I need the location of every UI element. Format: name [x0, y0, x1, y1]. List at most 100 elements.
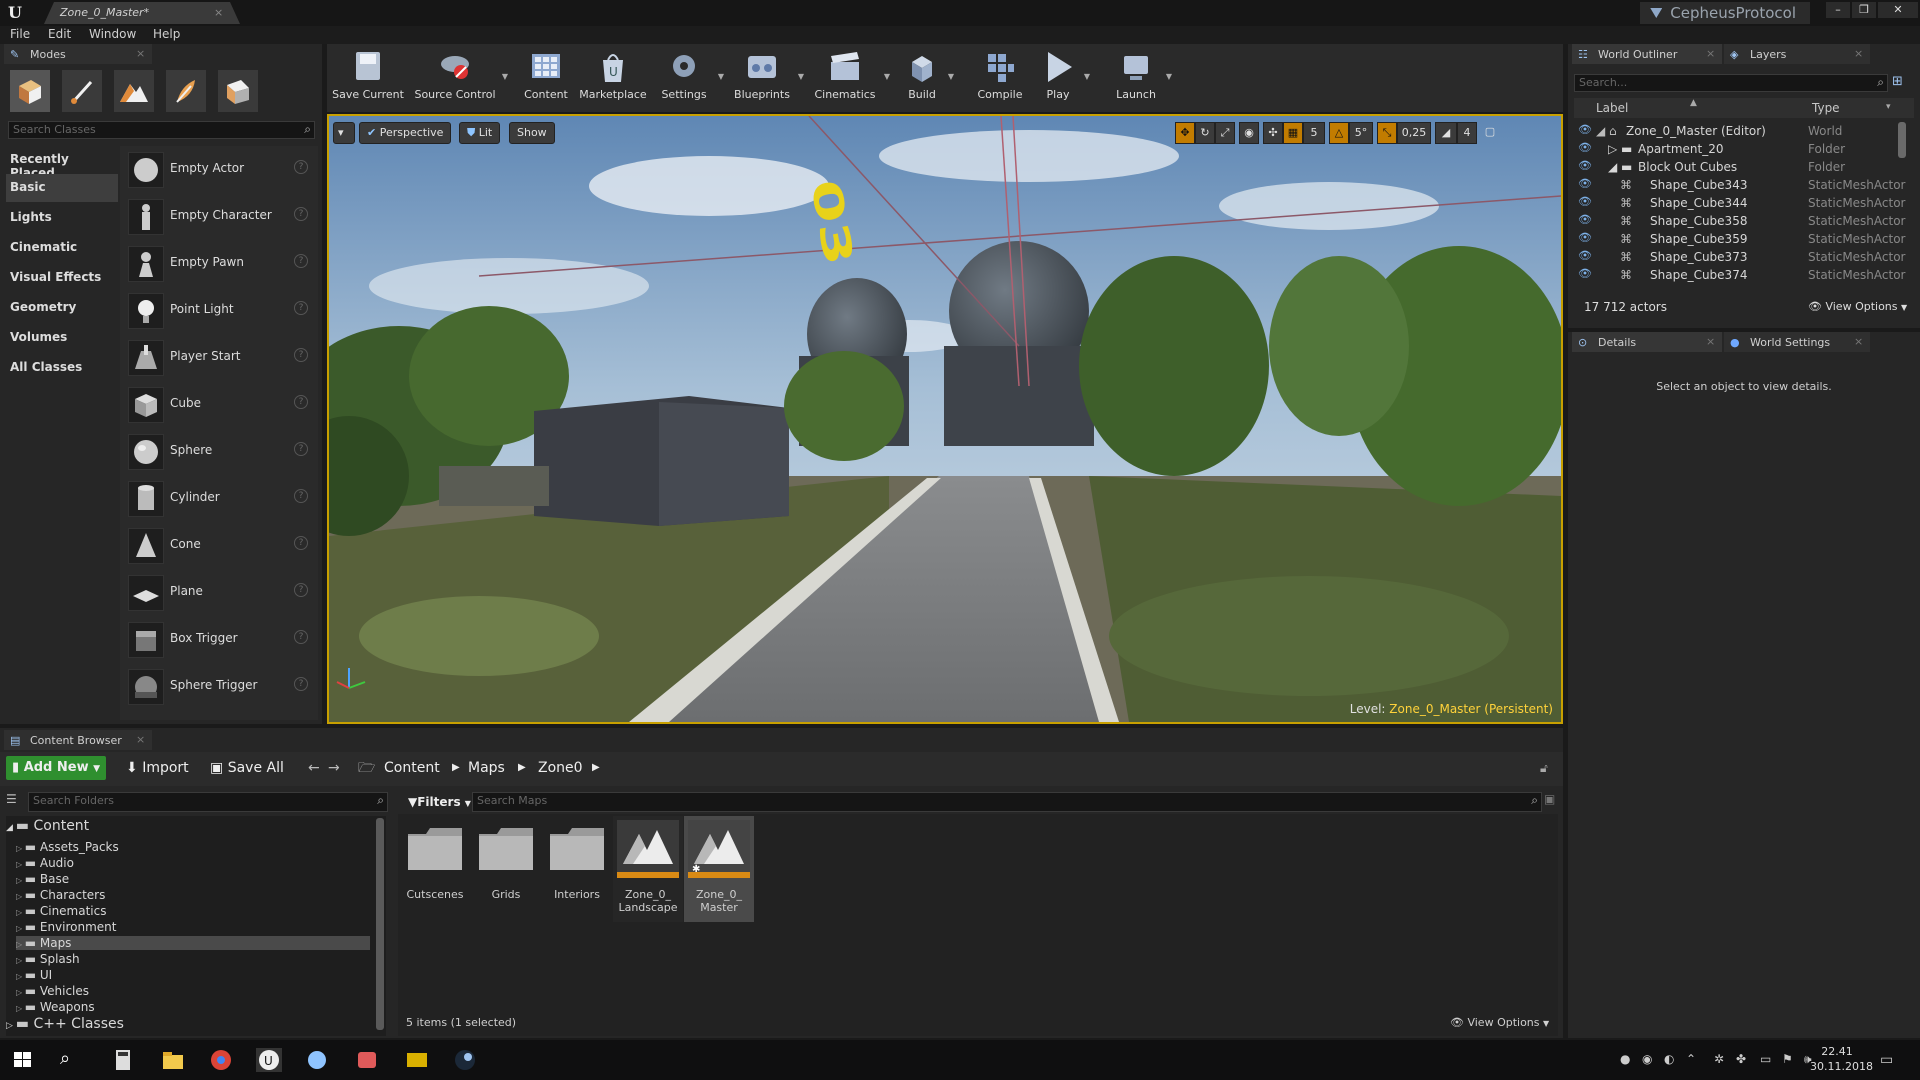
tray-discord-icon[interactable]: ◐	[1664, 1052, 1674, 1066]
place-item-empty-actor[interactable]: Empty Actor ?	[124, 148, 314, 192]
help-icon[interactable]: ?	[294, 207, 308, 221]
tree-folder-maps[interactable]: ▷ ▬ Maps	[16, 936, 370, 950]
close-icon[interactable]: ×	[1854, 47, 1863, 60]
category-all-classes[interactable]: All Classes	[6, 354, 118, 382]
breadcrumb-maps[interactable]: Maps	[462, 756, 511, 780]
outliner-row[interactable]: 👁︎ ⌘ Shape_Cube358 StaticMeshActor	[1574, 212, 1905, 230]
visibility-eye-icon[interactable]: 👁︎	[1578, 267, 1592, 281]
chevron-down-icon[interactable]: ▼	[718, 72, 724, 81]
category-basic[interactable]: Basic	[6, 174, 118, 202]
breadcrumb-separator-icon[interactable]: ▶	[512, 756, 532, 780]
category-cinematic[interactable]: Cinematic	[6, 234, 118, 262]
marketplace-button[interactable]: U Marketplace	[578, 48, 648, 106]
add-filter-icon[interactable]: ⊞	[1892, 74, 1910, 92]
lock-icon[interactable]: 🔓︎	[1534, 756, 1554, 780]
tree-cpp-classes[interactable]: ▷ ▬ C++ Classes	[6, 1016, 124, 1032]
geometry-mode-icon[interactable]	[218, 70, 258, 112]
minimize-icon[interactable]: –	[1826, 2, 1850, 18]
visibility-eye-icon[interactable]: 👁︎	[1578, 123, 1592, 137]
sources-toggle-icon[interactable]: ☰	[6, 792, 22, 810]
category-volumes[interactable]: Volumes	[6, 324, 118, 352]
save-all-button[interactable]: ▣ Save All	[204, 756, 290, 780]
level-viewport[interactable]: 03 ▾ ✔ Perspective ⛊ Lit Show ✥ ↻ ⤢ ◉ ✣ …	[327, 114, 1563, 724]
place-item-box-trigger[interactable]: Box Trigger ?	[124, 618, 314, 662]
content-browser-tab[interactable]: ▤ Content Browser ×	[4, 730, 152, 750]
modes-tab[interactable]: ✎ Modes ×	[4, 44, 152, 64]
help-icon[interactable]: ?	[294, 442, 308, 456]
outliner-row[interactable]: 👁︎ ◢ ▬ Block Out Cubes Folder	[1574, 158, 1904, 176]
visibility-eye-icon[interactable]: 👁︎	[1578, 141, 1592, 155]
tree-folder-cinematics[interactable]: ▷ ▬ Cinematics	[16, 904, 370, 918]
outliner-row[interactable]: 👁︎ ⌘ Shape_Cube359 StaticMeshActor	[1574, 230, 1905, 248]
expand-arrow-icon[interactable]: ▷	[16, 940, 25, 949]
expand-arrow-icon[interactable]: ▷	[16, 908, 25, 917]
grid-snap-value[interactable]: 5	[1303, 122, 1325, 144]
visibility-eye-icon[interactable]: 👁︎	[1578, 213, 1592, 227]
visibility-eye-icon[interactable]: 👁︎	[1578, 231, 1592, 245]
chrome-icon[interactable]	[208, 1048, 234, 1072]
help-icon[interactable]: ?	[294, 348, 308, 362]
filters-button[interactable]: ▼Filters ▼	[402, 790, 477, 814]
close-icon[interactable]: ×	[1854, 335, 1863, 348]
source-control-button[interactable]: Source Control ▼	[412, 48, 508, 106]
asset-folder-interiors[interactable]: Interiors	[542, 816, 612, 922]
asset-map-zone0-landscape[interactable]: Zone_0_ Landscape	[613, 816, 683, 922]
camera-speed-icon[interactable]: ◢	[1435, 122, 1457, 144]
save-current-button[interactable]: Save Current	[332, 48, 404, 106]
place-item-cone[interactable]: Cone ?	[124, 524, 314, 568]
expand-arrow-icon[interactable]: ▷	[16, 924, 25, 933]
launch-button[interactable]: Launch ▼	[1110, 48, 1172, 106]
category-recently-placed[interactable]: Recently Placed	[6, 146, 118, 180]
help-icon[interactable]: ?	[294, 583, 308, 597]
outliner-row[interactable]: 👁︎ ⌘ Shape_Cube373 StaticMeshActor	[1574, 248, 1905, 266]
category-lights[interactable]: Lights	[6, 204, 118, 232]
content-view-options-button[interactable]: 👁︎ View Options ▼	[1450, 1016, 1549, 1029]
add-new-button[interactable]: ▮ Add New ▼	[6, 756, 107, 780]
build-button[interactable]: Build ▼	[900, 48, 954, 106]
visibility-eye-icon[interactable]: 👁︎	[1578, 195, 1592, 209]
chevron-down-icon[interactable]: ▾	[1886, 102, 1891, 112]
tray-app2-icon[interactable]: ✤	[1736, 1052, 1746, 1066]
asset-map-zone0-master[interactable]: ✱ Zone_0_ Master	[684, 816, 754, 922]
tree-folder-audio[interactable]: ▷ ▬ Audio	[16, 856, 370, 870]
details-tab[interactable]: ⊙ Details ×	[1572, 332, 1722, 352]
foliage-mode-icon[interactable]	[166, 70, 206, 112]
menu-window[interactable]: Window	[89, 27, 136, 41]
visual-studio-icon[interactable]	[304, 1048, 330, 1072]
close-icon[interactable]: ×	[214, 6, 223, 19]
layers-tab[interactable]: ◈ Layers ×	[1724, 44, 1870, 64]
menu-edit[interactable]: Edit	[48, 27, 71, 41]
expand-arrow-icon[interactable]: ▷	[16, 1004, 25, 1013]
place-item-sphere[interactable]: Sphere ?	[124, 430, 314, 474]
breadcrumb-content[interactable]: Content	[378, 756, 446, 780]
network-icon[interactable]: ▭	[1760, 1052, 1771, 1066]
chevron-down-icon[interactable]: ▼	[502, 72, 508, 81]
chevron-down-icon[interactable]: ▼	[884, 72, 890, 81]
help-icon[interactable]: ?	[294, 677, 308, 691]
help-icon[interactable]: ?	[294, 536, 308, 550]
column-type-header[interactable]: Type	[1812, 101, 1840, 115]
tree-folder-weapons[interactable]: ▷ ▬ Weapons	[16, 1000, 370, 1014]
category-visual-effects[interactable]: Visual Effects	[6, 264, 118, 292]
column-label-header[interactable]: Label	[1596, 101, 1628, 115]
expand-arrow-icon[interactable]: ▷	[16, 844, 25, 853]
chevron-down-icon[interactable]: ▼	[1084, 72, 1090, 81]
outliner-row[interactable]: 👁︎ ⌘ Shape_Cube343 StaticMeshActor	[1574, 176, 1905, 194]
search-folders-input[interactable]: Search Folders ⌕	[28, 792, 388, 812]
calculator-icon[interactable]	[110, 1048, 136, 1072]
place-item-sphere-trigger[interactable]: Sphere Trigger ?	[124, 665, 314, 709]
outliner-view-options-button[interactable]: 👁︎ View Options ▼	[1808, 300, 1907, 313]
tree-folder-vehicles[interactable]: ▷ ▬ Vehicles	[16, 984, 370, 998]
place-item-player-start[interactable]: Player Start ?	[124, 336, 314, 380]
play-button[interactable]: Play ▼	[1036, 48, 1090, 106]
help-icon[interactable]: ?	[294, 395, 308, 409]
landscape-mode-icon[interactable]	[114, 70, 154, 112]
notification-icon[interactable]: ▭	[1880, 1052, 1893, 1068]
outliner-row[interactable]: 👁︎ ⌘ Shape_Cube374 StaticMeshActor	[1574, 266, 1905, 284]
unreal-engine-icon[interactable]: U	[256, 1048, 282, 1072]
surface-snap-icon[interactable]: ✣	[1263, 122, 1283, 144]
chevron-down-icon[interactable]: ▼	[798, 72, 804, 81]
tree-folder-ui[interactable]: ▷ ▬ UI	[16, 968, 370, 982]
maximize-icon[interactable]: ❐	[1852, 2, 1876, 18]
close-icon[interactable]: ×	[136, 47, 145, 60]
